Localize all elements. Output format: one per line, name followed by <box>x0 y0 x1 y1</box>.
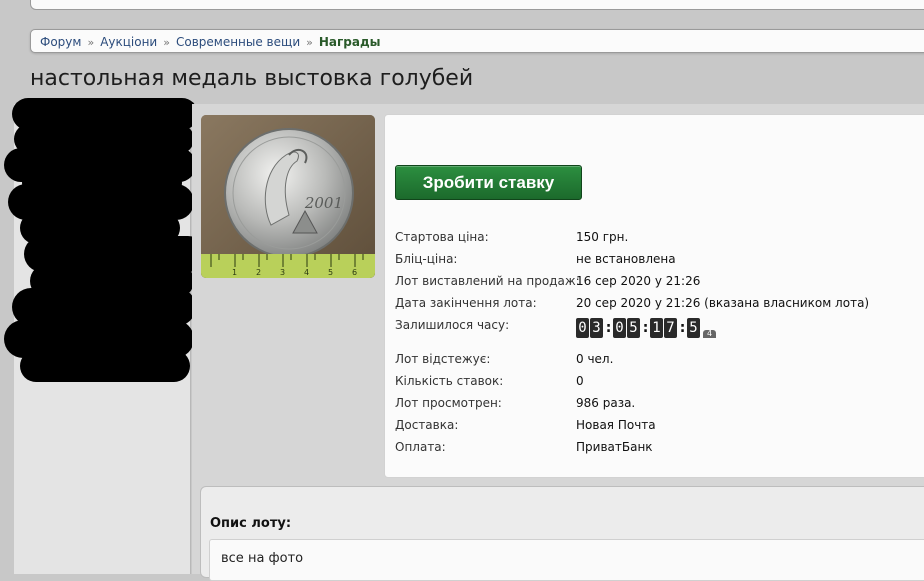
breadcrumb-separator: » <box>87 36 95 49</box>
breadcrumb-item-modern-things[interactable]: Современные вещи <box>176 35 300 49</box>
field-value-listed-date: 16 сер 2020 у 21:26 <box>576 274 701 288</box>
field-label-time-left: Залишилося часу: <box>395 318 510 332</box>
ruler-number: 4 <box>304 268 309 277</box>
field-label-payment: Оплата: <box>395 440 446 454</box>
lot-photo[interactable]: 2001 1 2 3 4 5 6 <box>201 115 375 278</box>
field-label-delivery: Доставка: <box>395 418 459 432</box>
timer-separator: : <box>679 320 686 336</box>
field-label-blitz-price: Бліц-ціна: <box>395 252 458 266</box>
ruler-number: 6 <box>352 268 357 277</box>
timer-digit: 7 <box>664 318 677 338</box>
timer-digit: 5 <box>687 318 700 338</box>
breadcrumb-item-forum[interactable]: Форум <box>40 35 81 49</box>
field-value-delivery: Новая Почта <box>576 418 656 432</box>
description-content <box>209 539 924 581</box>
place-bid-button[interactable]: Зробити ставку <box>395 165 582 200</box>
timer-separator: : <box>605 320 612 336</box>
breadcrumb-separator: » <box>163 36 170 49</box>
timer-digit: 0 <box>613 318 626 338</box>
field-value-start-price: 150 грн. <box>576 230 629 244</box>
field-value-watchers: 0 чел. <box>576 352 614 366</box>
redaction-mark <box>20 350 190 382</box>
top-panel <box>30 0 924 10</box>
ruler-number: 1 <box>232 268 237 277</box>
breadcrumb-item-auctions[interactable]: Аукціони <box>100 35 157 49</box>
timer-digit: 0 <box>576 318 589 338</box>
field-value-blitz-price: не встановлена <box>576 252 676 266</box>
timer-digit: 5 <box>627 318 640 338</box>
field-value-views: 986 раза. <box>576 396 636 410</box>
timer-digit-partial: 4 <box>703 330 716 338</box>
field-value-bid-count: 0 <box>576 374 584 388</box>
ruler-number: 3 <box>280 268 285 277</box>
timer-separator: : <box>642 320 649 336</box>
timer-digit: 1 <box>650 318 663 338</box>
medal-year: 2001 <box>304 194 343 212</box>
medal-image: 2001 1 2 3 4 5 6 <box>201 115 375 278</box>
ruler-number: 5 <box>328 268 333 277</box>
breadcrumb: Форум » Аукціони » Современные вещи » Награды <box>30 29 924 53</box>
breadcrumb-current: Награды <box>318 35 381 49</box>
description-text: все на фото <box>221 551 304 566</box>
field-label-listed-date: Лот виставлений на продаж: <box>395 274 580 288</box>
field-label-end-date: Дата закінчення лота: <box>395 296 537 310</box>
field-label-views: Лот просмотрен: <box>395 396 502 410</box>
page-title: настольная медаль выстовка голубей <box>30 66 474 91</box>
field-label-bid-count: Кількість ставок: <box>395 374 504 388</box>
ruler-number: 2 <box>256 268 261 277</box>
breadcrumb-separator: » <box>306 36 313 49</box>
field-label-start-price: Стартова ціна: <box>395 230 489 244</box>
timer-digit: 3 <box>590 318 603 338</box>
field-value-payment: ПриватБанк <box>576 440 653 454</box>
field-label-watchers: Лот відстежує: <box>395 352 491 366</box>
description-title: Опис лоту: <box>210 516 292 531</box>
field-value-end-date: 20 сер 2020 у 21:26 (вказана власником л… <box>576 296 870 310</box>
countdown-timer: 0 3 : 0 5 : 1 7 : 5 4 <box>576 318 716 338</box>
